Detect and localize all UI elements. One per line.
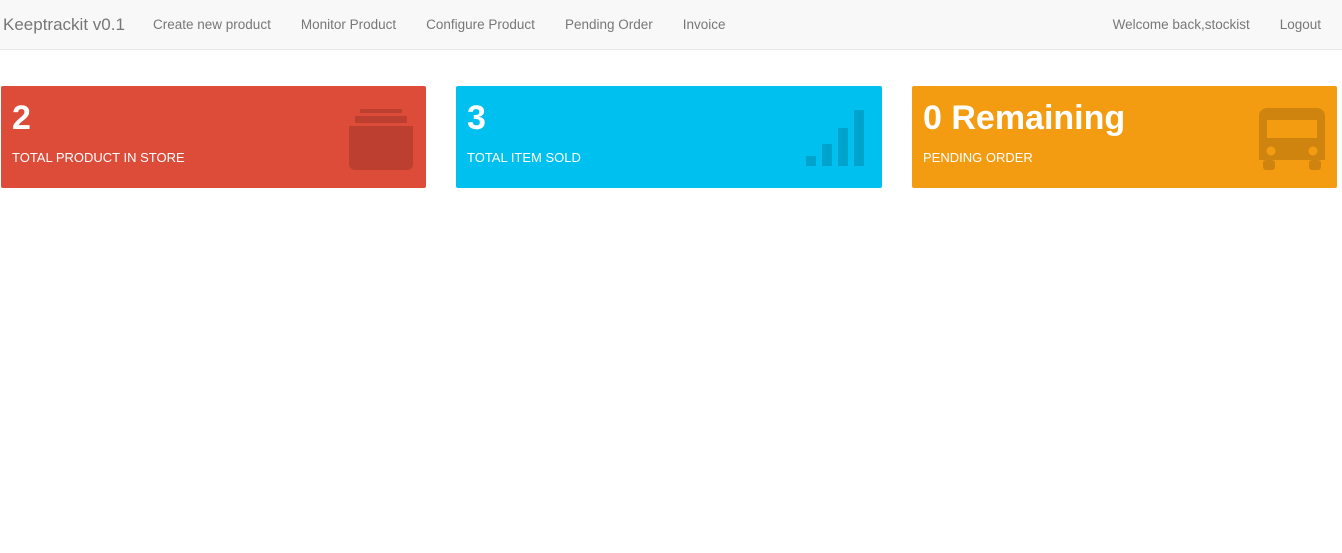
- card-label: TOTAL ITEM SOLD: [467, 150, 581, 165]
- nav-create-new-product[interactable]: Create new product: [138, 0, 286, 50]
- bus-icon: [1259, 108, 1325, 170]
- card-value: 0 Remaining: [923, 99, 1126, 137]
- nav-configure-product[interactable]: Configure Product: [411, 0, 550, 50]
- card-label: PENDING ORDER: [923, 150, 1033, 165]
- card-pending-order[interactable]: 0 Remaining PENDING ORDER: [912, 86, 1337, 188]
- nav-pending-order[interactable]: Pending Order: [550, 0, 668, 50]
- nav-menu: Create new product Monitor Product Confi…: [138, 0, 741, 50]
- nav-user-menu: Welcome back,stockist Logout: [1098, 0, 1336, 50]
- card-value: 2: [12, 99, 31, 137]
- card-total-item-sold[interactable]: 3 TOTAL ITEM SOLD: [456, 86, 882, 188]
- nav-invoice[interactable]: Invoice: [668, 0, 741, 50]
- card-value: 3: [467, 99, 486, 137]
- top-navbar: Keeptrackit v0.1 Create new product Moni…: [0, 0, 1342, 50]
- archive-icon: [349, 109, 413, 170]
- logout-link[interactable]: Logout: [1265, 0, 1336, 50]
- welcome-link[interactable]: Welcome back,stockist: [1098, 0, 1265, 50]
- signal-bars-icon: [806, 110, 864, 166]
- card-label: TOTAL PRODUCT IN STORE: [12, 150, 185, 165]
- card-total-product[interactable]: 2 TOTAL PRODUCT IN STORE: [1, 86, 426, 188]
- nav-monitor-product[interactable]: Monitor Product: [286, 0, 411, 50]
- brand-link[interactable]: Keeptrackit v0.1: [3, 15, 125, 35]
